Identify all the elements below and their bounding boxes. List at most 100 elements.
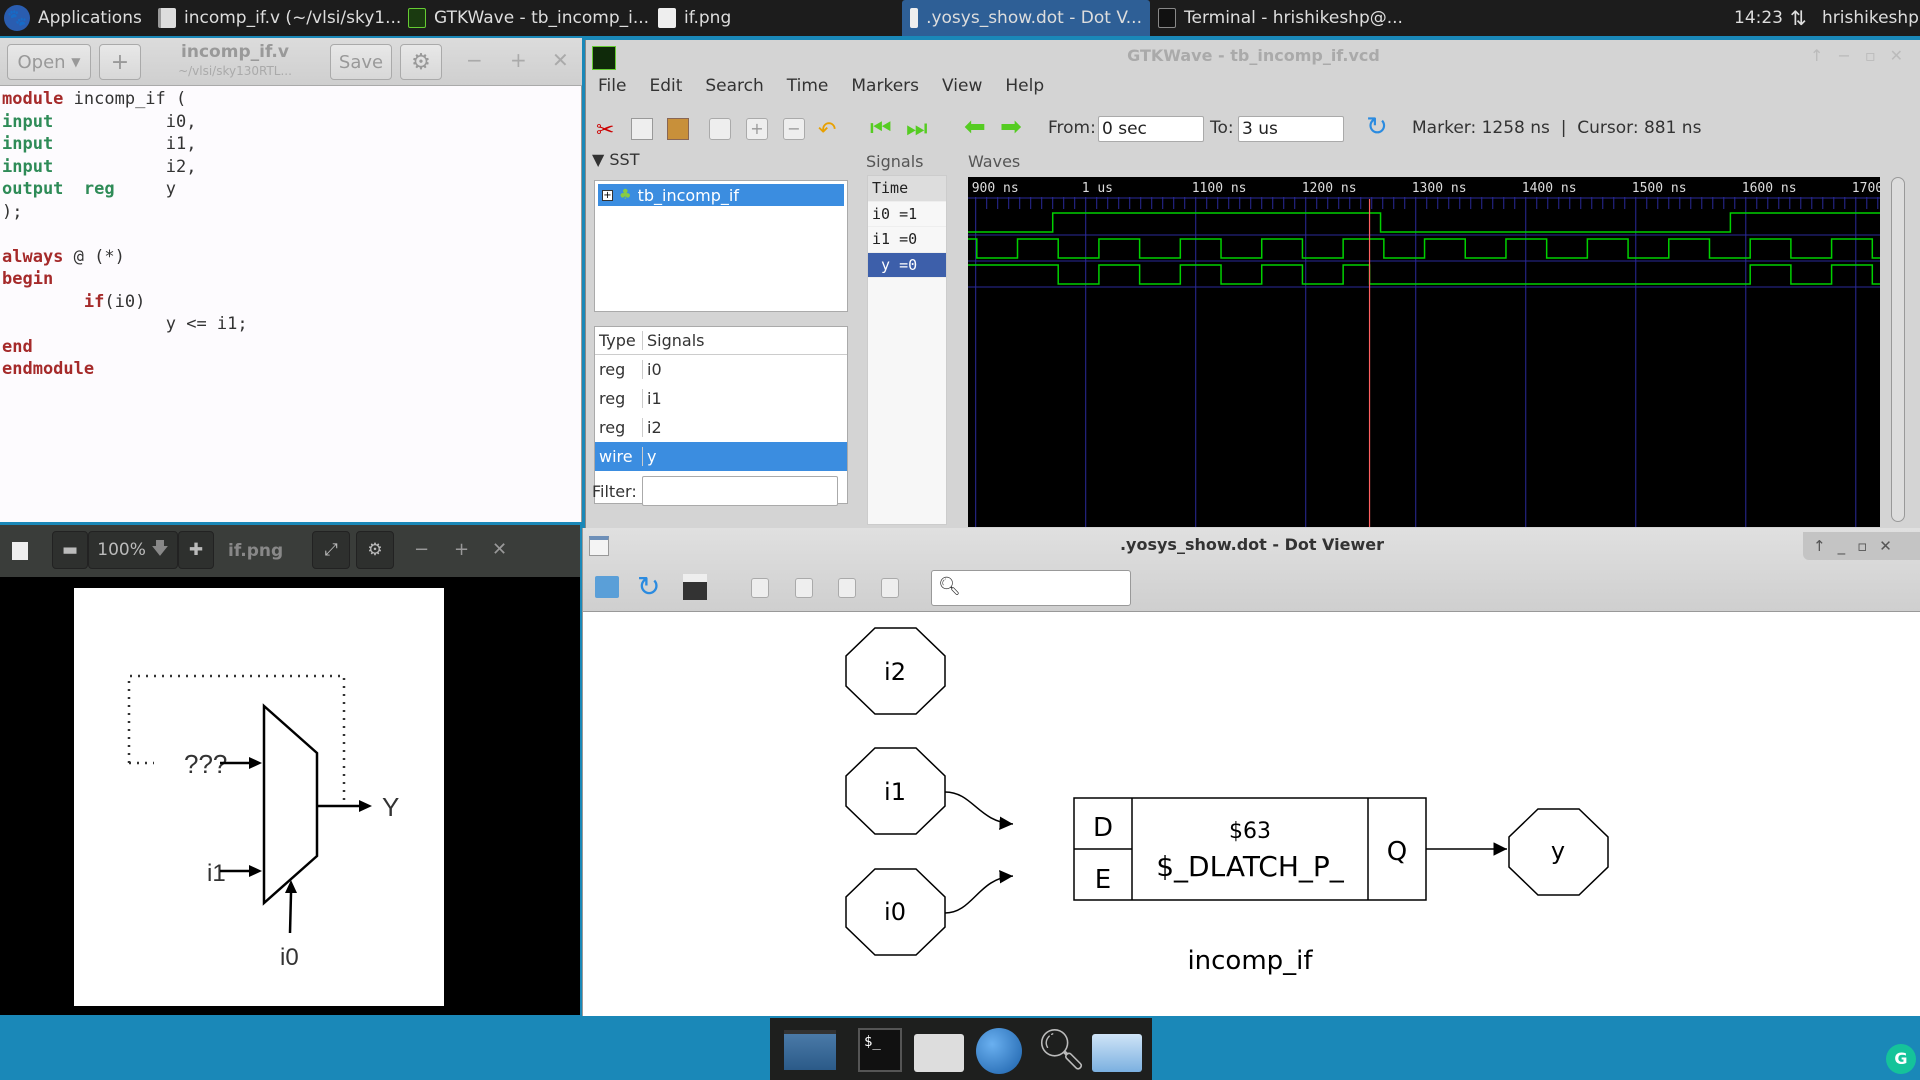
signal-value-row[interactable]: i1 =0 [868,227,946,253]
menu-view[interactable]: View [930,76,993,104]
taskbar-window-editor[interactable]: incomp_if.v (~/vlsi/sky1... [158,0,401,36]
zoom-in-button[interactable]: ✚ [178,531,214,569]
code-line: always @ (*) [2,246,248,269]
waves-scrollbar[interactable] [1891,177,1905,522]
zoom-level-button[interactable]: 100% 🡇 [88,531,178,569]
menu-time[interactable]: Time [775,76,840,104]
close-button[interactable]: ✕ [492,539,507,560]
menu-search[interactable]: Search [693,76,774,104]
terminal-launcher-icon[interactable]: $_ [858,1028,902,1072]
code-line: output reg y [2,178,248,201]
settings-button[interactable]: ⚙ [356,531,394,569]
menu-help[interactable]: Help [993,76,1055,104]
grammarly-icon[interactable]: G [1886,1044,1916,1074]
minus-icon: ▬ [61,540,79,560]
taskbar-window-dotviewer[interactable]: .yosys_show.dot - Dot V... [902,0,1150,36]
sst-label: SST [609,150,640,169]
files-folder-icon[interactable] [1092,1034,1142,1072]
find-previous-edge-icon[interactable]: ⬅ [964,112,986,142]
search-input[interactable]: 🔍︎ [931,570,1131,606]
signal-row[interactable]: reg i1 [595,384,847,413]
clock[interactable]: 14:23 [1734,0,1783,36]
taskbar-window-gtkwave[interactable]: GTKWave - tb_incomp_i... [408,0,649,36]
filter-input[interactable] [642,476,838,506]
paste-icon[interactable] [667,118,689,140]
new-tab-button[interactable]: + [99,44,141,80]
taskbar-window-image[interactable]: if.png [658,0,731,36]
settings-button[interactable]: ⚙ [400,44,442,80]
zoom-level: 100% [97,540,146,560]
undo-zoom-icon[interactable]: ↶ [818,118,840,143]
expand-icon[interactable]: + [602,189,613,201]
window-controls[interactable]: ↑_▫✕ [1803,532,1920,560]
copy-icon[interactable] [631,118,653,140]
port-d-label: D [1093,813,1113,843]
cut-icon[interactable]: ✂ [596,118,618,143]
plus-icon: + [110,49,130,75]
menubar: File Edit Search Time Markers View Help [586,76,1055,104]
sst-expander[interactable]: ▼ SST [592,150,639,169]
zoom-in-icon[interactable]: + [746,118,768,140]
tree-item-tb-incomp-if[interactable]: + ♣ tb_incomp_if [598,184,844,206]
taskbar-window-terminal[interactable]: Terminal - hrishikeshp@... [1158,0,1403,36]
waveform-y [968,264,1880,285]
code-token: end [2,336,33,357]
zoom-out-button[interactable]: ▬ [52,531,88,569]
home-folder-icon[interactable] [914,1034,964,1072]
window-controls[interactable]: ↑−▫✕ [1810,46,1917,65]
zoom-to-start-icon[interactable]: ⏮ [870,114,892,142]
menu-markers[interactable]: Markers [839,76,930,104]
zoom-out-icon[interactable]: − [783,118,805,140]
zoom-100-icon[interactable] [881,578,899,598]
marker-cursor-readout: Marker: 1258 ns | Cursor: 881 ns [1412,118,1702,138]
zoom-in-icon[interactable] [751,578,769,598]
code-token: i0, [53,111,197,132]
signal-row[interactable]: reg i0 [595,355,847,384]
network-indicator[interactable]: ⇅ [1790,0,1807,36]
from-time-input[interactable]: 0 sec [1098,116,1204,142]
to-label: To: [1210,118,1234,138]
maximize-button[interactable]: + [454,539,469,560]
signal-value-row[interactable]: y =0 [868,252,946,278]
signal-row[interactable]: wire y [595,442,847,471]
applications-label: Applications [38,8,142,28]
minimize-button[interactable]: − [466,48,483,72]
time-header[interactable]: Time [868,176,946,202]
xfce-logo-icon: 🐾 [4,5,30,31]
find-next-edge-icon[interactable]: ➡ [1000,112,1022,142]
open-folder-icon[interactable] [595,576,619,598]
to-time-input[interactable]: 3 us [1238,116,1344,142]
type-column-header[interactable]: Type [595,331,643,350]
zoom-to-end-icon[interactable]: ⏭ [906,114,928,142]
close-button[interactable]: ✕ [552,48,569,72]
taskbar-window-label: incomp_if.v (~/vlsi/sky1... [184,8,402,28]
signal-row[interactable]: reg i2 [595,413,847,442]
fullscreen-button[interactable]: ⤢ [312,531,350,569]
signal-value-row[interactable]: i0 =1 [868,202,946,227]
minimize-button[interactable]: − [414,539,429,560]
signals-column-header[interactable]: Signals [643,331,704,350]
save-button[interactable]: Save [330,44,392,80]
show-desktop-icon[interactable] [784,1030,836,1070]
web-browser-icon[interactable] [976,1028,1022,1074]
menu-file[interactable]: File [586,76,637,104]
menu-edit[interactable]: Edit [637,76,693,104]
print-icon[interactable] [683,574,707,600]
reload-icon[interactable]: ↻ [637,570,660,603]
editor-subtitle: ~/vlsi/sky130RTL... [178,64,292,78]
code-line: if(i0) [2,291,248,314]
code-area[interactable]: module incomp_if (input i0, input i1, inpu… [2,88,248,381]
image-viewer-window: ▬ 100% 🡇 ✚ if.png ⤢ ⚙ − + ✕ ??? Y i1 i0 [0,525,580,1015]
app-finder-icon[interactable]: 🔍︎ [1036,1026,1087,1073]
zoom-out-icon[interactable] [795,578,813,598]
zoom-fit-icon[interactable] [709,118,731,140]
applications-menu[interactable]: 🐾 Applications [4,0,142,36]
maximize-button[interactable]: + [510,48,527,72]
waveform-canvas[interactable]: 900 ns 1 us 1100 ns 1200 ns 1300 ns 1400 ns 15… [968,177,1880,527]
graph-canvas[interactable]: i2 i1 i0 DE Q $63 $_DLATCH_P_ y incomp_if [583,614,1920,1014]
open-button[interactable]: Open ▼ [7,44,91,80]
user-menu[interactable]: hrishikeshp [1822,0,1919,36]
window-title: .yosys_show.dot - Dot Viewer [1119,535,1385,554]
zoom-fit-icon[interactable] [838,578,856,598]
reload-icon[interactable]: ↻ [1366,112,1388,142]
